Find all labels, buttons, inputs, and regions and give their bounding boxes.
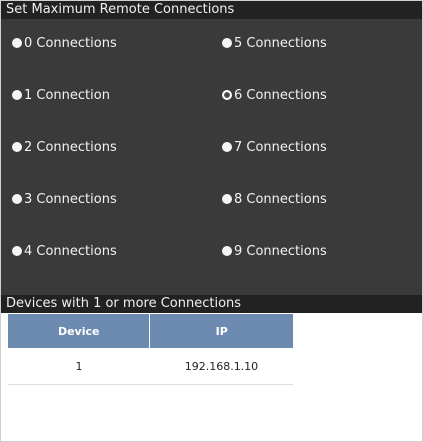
radio-option-label: 3 Connections [24, 191, 117, 207]
radio-option-1-connection[interactable]: 1 Connection [12, 84, 110, 106]
radio-button-icon[interactable] [222, 38, 232, 48]
radio-option-9-connections[interactable]: 9 Connections [222, 240, 327, 262]
radio-option-2-connections[interactable]: 2 Connections [12, 136, 117, 158]
ip-cell: 192.168.1.10 [149, 348, 293, 385]
connections-radio-group: 0 Connections 1 Connection 2 Connections… [1, 19, 422, 297]
table-header-row: Device IP [8, 314, 293, 348]
radio-button-selected-icon[interactable] [222, 90, 232, 100]
radio-option-5-connections[interactable]: 5 Connections [222, 32, 327, 54]
radio-button-icon[interactable] [12, 142, 22, 152]
connections-section-title: Set Maximum Remote Connections [1, 1, 422, 19]
radio-option-0-connections[interactable]: 0 Connections [12, 32, 117, 54]
radio-option-label: 0 Connections [24, 35, 117, 51]
radio-option-label: 1 Connection [24, 87, 110, 103]
radio-button-icon[interactable] [222, 142, 232, 152]
radio-option-7-connections[interactable]: 7 Connections [222, 136, 327, 158]
radio-button-icon[interactable] [222, 194, 232, 204]
radio-option-label: 9 Connections [234, 243, 327, 259]
radio-option-label: 6 Connections [234, 87, 327, 103]
radio-button-icon[interactable] [12, 90, 22, 100]
radio-button-icon[interactable] [12, 194, 22, 204]
radio-option-6-connections[interactable]: 6 Connections [222, 84, 327, 106]
devices-table: Device IP 1 192.168.1.10 [8, 314, 293, 385]
radio-option-label: 2 Connections [24, 139, 117, 155]
radio-button-icon[interactable] [12, 38, 22, 48]
radio-option-3-connections[interactable]: 3 Connections [12, 188, 117, 210]
radio-button-icon[interactable] [222, 246, 232, 256]
radio-button-icon[interactable] [12, 246, 22, 256]
radio-option-label: 7 Connections [234, 139, 327, 155]
devices-section-title: Devices with 1 or more Connections [1, 295, 422, 313]
radio-option-label: 5 Connections [234, 35, 327, 51]
radio-option-8-connections[interactable]: 8 Connections [222, 188, 327, 210]
table-row[interactable]: 1 192.168.1.10 [8, 348, 293, 385]
column-header-ip[interactable]: IP [149, 314, 293, 348]
column-header-device[interactable]: Device [8, 314, 151, 348]
device-cell: 1 [8, 348, 150, 385]
settings-window: Set Maximum Remote Connections 0 Connect… [0, 0, 423, 442]
radio-option-label: 4 Connections [24, 243, 117, 259]
radio-option-label: 8 Connections [234, 191, 327, 207]
radio-option-4-connections[interactable]: 4 Connections [12, 240, 117, 262]
